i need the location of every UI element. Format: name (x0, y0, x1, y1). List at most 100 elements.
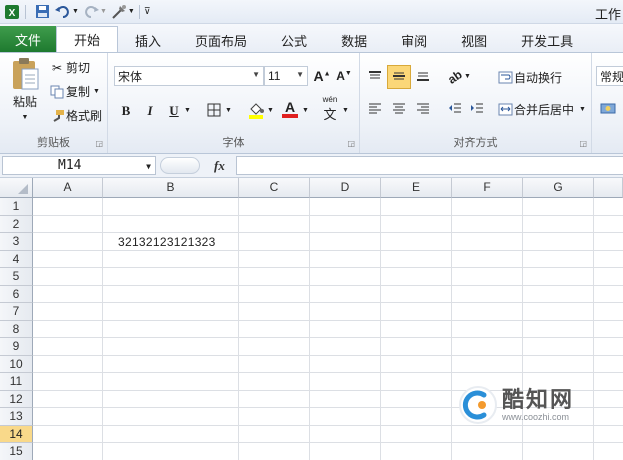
watermark-url: www.coozhi.com (502, 412, 570, 422)
align-top-button[interactable] (365, 67, 385, 87)
row-header-9[interactable]: 9 (0, 338, 33, 356)
cut-button[interactable]: ✂ 剪切 (48, 59, 90, 76)
tab-page-layout[interactable]: 页面布局 (178, 28, 264, 52)
row-header-7[interactable]: 7 (0, 303, 33, 321)
row-header-1[interactable]: 1 (0, 198, 33, 216)
fill-color-dropdown-icon[interactable]: ▼ (267, 107, 274, 114)
tools-icon[interactable] (110, 3, 128, 21)
row-gridline (33, 372, 623, 373)
watermark-title: 酷知网 (502, 387, 575, 412)
font-size-select[interactable]: 11 ▼ (264, 66, 308, 86)
column-header-g[interactable]: G (523, 178, 594, 198)
number-format-select[interactable]: 常规 (596, 66, 623, 86)
column-header-f[interactable]: F (452, 178, 523, 198)
merge-center-button[interactable]: 合并后居中 ▼ (496, 101, 586, 118)
column-header-d[interactable]: D (310, 178, 381, 198)
align-bottom-button[interactable] (413, 67, 433, 87)
row-header-11[interactable]: 11 (0, 373, 33, 391)
font-color-dropdown-icon[interactable]: ▼ (302, 107, 309, 114)
row-header-14[interactable]: 14 (0, 425, 33, 443)
tab-developer[interactable]: 开发工具 (504, 28, 590, 52)
phonetic-dropdown-icon[interactable]: ▼ (342, 107, 349, 114)
row-header-12[interactable]: 12 (0, 390, 33, 408)
format-painter-button[interactable]: 格式刷 (48, 107, 102, 124)
row-header-15[interactable]: 15 (0, 443, 33, 460)
row-header-5[interactable]: 5 (0, 268, 33, 286)
alignment-launcher-icon[interactable]: ◲ (579, 139, 587, 148)
column-header-e[interactable]: E (381, 178, 452, 198)
tab-view[interactable]: 视图 (444, 28, 504, 52)
name-box[interactable]: M14 ▼ (2, 156, 156, 175)
merge-dropdown-icon: ▼ (579, 106, 586, 113)
column-gridline (380, 198, 381, 460)
borders-button[interactable] (204, 101, 224, 121)
select-all-corner[interactable] (0, 178, 33, 198)
tools-dropdown-icon[interactable]: ▼ (128, 8, 135, 15)
redo-icon[interactable] (82, 3, 100, 21)
row-header-2[interactable]: 2 (0, 215, 33, 233)
row-header-3[interactable]: 3 (0, 233, 33, 251)
italic-button[interactable]: I (140, 101, 160, 121)
phonetic-button[interactable]: wén 文 (320, 95, 340, 122)
increase-font-button[interactable]: A▲ (312, 66, 332, 86)
formula-bar-splitter[interactable] (160, 157, 200, 174)
align-left-button[interactable] (365, 99, 385, 119)
bold-button[interactable]: B (116, 101, 136, 121)
row-header-6[interactable]: 6 (0, 285, 33, 303)
row-gridline (33, 302, 623, 303)
underline-button[interactable]: U (164, 101, 184, 121)
align-left-icon (368, 102, 382, 117)
row-header-13[interactable]: 13 (0, 408, 33, 426)
align-center-button[interactable] (389, 99, 409, 119)
row-gridline (33, 214, 623, 216)
merge-center-label: 合并后居中 (514, 103, 575, 117)
currency-format-button[interactable] (598, 99, 618, 119)
cell-b3[interactable]: 32132123121323 (118, 235, 216, 249)
decrease-indent-button[interactable] (445, 99, 465, 119)
copy-button[interactable]: 复制 ▼ (48, 83, 100, 100)
tab-data[interactable]: 数据 (324, 28, 384, 52)
insert-function-icon[interactable]: fx (214, 158, 225, 174)
customize-quick-access-icon[interactable]: ⊽ (144, 6, 151, 17)
column-gridline (451, 198, 452, 460)
formula-input[interactable] (236, 156, 623, 175)
undo-dropdown-icon[interactable]: ▼ (72, 8, 79, 15)
column-header-a[interactable]: A (33, 178, 103, 198)
align-top-icon (368, 70, 382, 85)
undo-icon[interactable] (54, 3, 72, 21)
tab-home[interactable]: 开始 (56, 26, 119, 52)
decrease-font-button[interactable]: A▼ (334, 66, 354, 86)
name-box-value: M14 (58, 158, 82, 173)
redo-dropdown-icon[interactable]: ▼ (100, 8, 107, 15)
orientation-dropdown-icon[interactable]: ▼ (464, 73, 471, 80)
save-icon[interactable] (33, 3, 51, 21)
tab-insert[interactable]: 插入 (118, 28, 178, 52)
align-right-button[interactable] (413, 99, 433, 119)
column-header-b[interactable]: B (103, 178, 239, 198)
paste-button[interactable]: 粘贴 ▼ (6, 57, 44, 121)
font-launcher-icon[interactable]: ◲ (347, 139, 355, 148)
underline-dropdown-icon[interactable]: ▼ (184, 107, 191, 114)
copy-icon (48, 85, 66, 99)
increase-indent-button[interactable] (467, 99, 487, 119)
column-header-c[interactable]: C (239, 178, 310, 198)
align-middle-button[interactable] (387, 65, 411, 89)
fill-color-button[interactable] (246, 101, 266, 121)
wrap-text-button[interactable]: 自动换行 (496, 69, 562, 86)
ribbon-tabs: 文件 开始 插入 页面布局 公式 数据 审阅 视图 开发工具 (0, 24, 623, 52)
clipboard-launcher-icon[interactable]: ◲ (95, 139, 103, 148)
font-group-label: 字体 (222, 137, 245, 149)
orientation-button[interactable]: ab (445, 67, 465, 87)
tab-file[interactable]: 文件 (0, 26, 56, 52)
font-color-bar (282, 114, 298, 118)
borders-dropdown-icon[interactable]: ▼ (225, 107, 232, 114)
row-header-4[interactable]: 4 (0, 250, 33, 268)
column-header-overflow[interactable] (594, 178, 623, 198)
font-name-select[interactable]: 宋体 ▼ (114, 66, 264, 86)
tab-review[interactable]: 审阅 (384, 28, 444, 52)
tab-formulas[interactable]: 公式 (264, 28, 324, 52)
font-color-button[interactable]: A (280, 99, 300, 119)
row-header-10[interactable]: 10 (0, 355, 33, 373)
row-gridline (33, 442, 623, 443)
row-header-8[interactable]: 8 (0, 320, 33, 338)
